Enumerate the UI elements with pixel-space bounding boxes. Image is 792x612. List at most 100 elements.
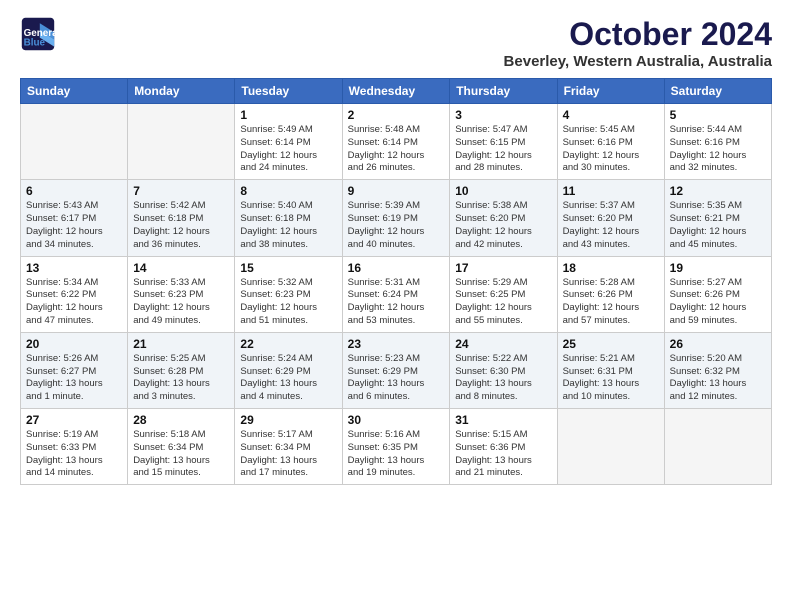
calendar-cell [128,104,235,180]
calendar-week-row: 13 Sunrise: 5:34 AM Sunset: 6:22 PM Dayli… [21,256,772,332]
day-info: Sunrise: 5:17 AM Sunset: 6:34 PM Dayligh… [240,429,336,480]
calendar-cell: 30 Sunrise: 5:16 AM Sunset: 6:35 PM Dayli… [342,409,450,485]
day-number: 11 [563,184,659,198]
calendar-cell: 20Sunrise: 5:26 AM Sunset: 6:27 PM Dayli… [21,332,128,408]
day-info: Sunrise: 5:26 AM Sunset: 6:27 PM Dayligh… [26,353,122,404]
col-tuesday: Tuesday [235,79,342,104]
svg-text:Blue: Blue [24,38,46,49]
day-number: 23 [348,337,445,351]
day-number: 31 [455,413,551,427]
col-friday: Friday [557,79,664,104]
day-number: 12 [670,184,766,198]
day-info: Sunrise: 5:22 AM Sunset: 6:30 PM Dayligh… [455,353,551,404]
calendar-cell: 5 Sunrise: 5:44 AM Sunset: 6:16 PM Daylig… [664,104,771,180]
day-number: 21 [133,337,229,351]
calendar-cell: 29 Sunrise: 5:17 AM Sunset: 6:34 PM Dayli… [235,409,342,485]
day-info: Sunrise: 5:48 AM Sunset: 6:14 PM Dayligh… [348,124,445,175]
page: General Blue October 2024 Beverley, West… [0,0,792,612]
day-number: 14 [133,261,229,275]
day-info: Sunrise: 5:21 AM Sunset: 6:31 PM Dayligh… [563,353,659,404]
calendar-cell: 15 Sunrise: 5:32 AM Sunset: 6:23 PM Dayli… [235,256,342,332]
calendar-cell: 11 Sunrise: 5:37 AM Sunset: 6:20 PM Dayli… [557,180,664,256]
day-info: Sunrise: 5:38 AM Sunset: 6:20 PM Dayligh… [455,200,551,251]
calendar-cell: 10 Sunrise: 5:38 AM Sunset: 6:20 PM Dayli… [450,180,557,256]
day-info: Sunrise: 5:27 AM Sunset: 6:26 PM Dayligh… [670,277,766,328]
calendar-cell: 13 Sunrise: 5:34 AM Sunset: 6:22 PM Dayli… [21,256,128,332]
day-number: 22 [240,337,336,351]
title-block: October 2024 Beverley, Western Australia… [504,16,772,70]
day-number: 18 [563,261,659,275]
day-info: Sunrise: 5:34 AM Sunset: 6:22 PM Dayligh… [26,277,122,328]
day-number: 1 [240,108,336,122]
calendar-cell: 17 Sunrise: 5:29 AM Sunset: 6:25 PM Dayli… [450,256,557,332]
calendar-header-row: Sunday Monday Tuesday Wednesday Thursday… [21,79,772,104]
day-number: 15 [240,261,336,275]
day-number: 24 [455,337,551,351]
calendar-cell: 7 Sunrise: 5:42 AM Sunset: 6:18 PM Daylig… [128,180,235,256]
day-info: Sunrise: 5:39 AM Sunset: 6:19 PM Dayligh… [348,200,445,251]
day-number: 4 [563,108,659,122]
day-info: Sunrise: 5:42 AM Sunset: 6:18 PM Dayligh… [133,200,229,251]
day-number: 3 [455,108,551,122]
sub-title: Beverley, Western Australia, Australia [504,53,772,70]
col-thursday: Thursday [450,79,557,104]
day-info: Sunrise: 5:23 AM Sunset: 6:29 PM Dayligh… [348,353,445,404]
calendar-cell: 8 Sunrise: 5:40 AM Sunset: 6:18 PM Daylig… [235,180,342,256]
calendar-cell: 24 Sunrise: 5:22 AM Sunset: 6:30 PM Dayli… [450,332,557,408]
col-saturday: Saturday [664,79,771,104]
day-info: Sunrise: 5:16 AM Sunset: 6:35 PM Dayligh… [348,429,445,480]
day-number: 27 [26,413,122,427]
logo: General Blue [20,16,56,52]
day-info: Sunrise: 5:33 AM Sunset: 6:23 PM Dayligh… [133,277,229,328]
calendar-cell: 21Sunrise: 5:25 AM Sunset: 6:28 PM Dayli… [128,332,235,408]
calendar-cell: 18Sunrise: 5:28 AM Sunset: 6:26 PM Dayli… [557,256,664,332]
calendar-cell: 6 Sunrise: 5:43 AM Sunset: 6:17 PM Daylig… [21,180,128,256]
day-info: Sunrise: 5:49 AM Sunset: 6:14 PM Dayligh… [240,124,336,175]
day-info: Sunrise: 5:24 AM Sunset: 6:29 PM Dayligh… [240,353,336,404]
day-info: Sunrise: 5:43 AM Sunset: 6:17 PM Dayligh… [26,200,122,251]
day-info: Sunrise: 5:35 AM Sunset: 6:21 PM Dayligh… [670,200,766,251]
day-number: 30 [348,413,445,427]
day-number: 16 [348,261,445,275]
day-number: 5 [670,108,766,122]
col-wednesday: Wednesday [342,79,450,104]
day-number: 2 [348,108,445,122]
calendar-cell: 25Sunrise: 5:21 AM Sunset: 6:31 PM Dayli… [557,332,664,408]
calendar-cell: 31 Sunrise: 5:15 AM Sunset: 6:36 PM Dayli… [450,409,557,485]
day-number: 28 [133,413,229,427]
calendar-cell: 26Sunrise: 5:20 AM Sunset: 6:32 PM Dayli… [664,332,771,408]
day-info: Sunrise: 5:18 AM Sunset: 6:34 PM Dayligh… [133,429,229,480]
calendar-cell: 16 Sunrise: 5:31 AM Sunset: 6:24 PM Dayli… [342,256,450,332]
calendar-week-row: 6 Sunrise: 5:43 AM Sunset: 6:17 PM Daylig… [21,180,772,256]
day-number: 13 [26,261,122,275]
day-info: Sunrise: 5:32 AM Sunset: 6:23 PM Dayligh… [240,277,336,328]
calendar-cell: 4 Sunrise: 5:45 AM Sunset: 6:16 PM Daylig… [557,104,664,180]
header: General Blue October 2024 Beverley, West… [20,16,772,70]
calendar-week-row: 1 Sunrise: 5:49 AM Sunset: 6:14 PM Daylig… [21,104,772,180]
day-info: Sunrise: 5:40 AM Sunset: 6:18 PM Dayligh… [240,200,336,251]
day-info: Sunrise: 5:15 AM Sunset: 6:36 PM Dayligh… [455,429,551,480]
day-number: 17 [455,261,551,275]
calendar-cell: 12 Sunrise: 5:35 AM Sunset: 6:21 PM Dayli… [664,180,771,256]
day-info: Sunrise: 5:45 AM Sunset: 6:16 PM Dayligh… [563,124,659,175]
day-info: Sunrise: 5:47 AM Sunset: 6:15 PM Dayligh… [455,124,551,175]
calendar: Sunday Monday Tuesday Wednesday Thursday… [20,78,772,485]
day-info: Sunrise: 5:31 AM Sunset: 6:24 PM Dayligh… [348,277,445,328]
day-number: 10 [455,184,551,198]
calendar-cell [664,409,771,485]
calendar-cell: 19Sunrise: 5:27 AM Sunset: 6:26 PM Dayli… [664,256,771,332]
calendar-cell: 1 Sunrise: 5:49 AM Sunset: 6:14 PM Daylig… [235,104,342,180]
day-number: 6 [26,184,122,198]
day-info: Sunrise: 5:29 AM Sunset: 6:25 PM Dayligh… [455,277,551,328]
day-number: 8 [240,184,336,198]
day-info: Sunrise: 5:44 AM Sunset: 6:16 PM Dayligh… [670,124,766,175]
day-info: Sunrise: 5:37 AM Sunset: 6:20 PM Dayligh… [563,200,659,251]
col-monday: Monday [128,79,235,104]
calendar-cell: 9Sunrise: 5:39 AM Sunset: 6:19 PM Daylig… [342,180,450,256]
calendar-cell: 22 Sunrise: 5:24 AM Sunset: 6:29 PM Dayli… [235,332,342,408]
calendar-cell [557,409,664,485]
day-number: 7 [133,184,229,198]
calendar-cell: 28 Sunrise: 5:18 AM Sunset: 6:34 PM Dayli… [128,409,235,485]
day-number: 29 [240,413,336,427]
calendar-cell: 14 Sunrise: 5:33 AM Sunset: 6:23 PM Dayli… [128,256,235,332]
